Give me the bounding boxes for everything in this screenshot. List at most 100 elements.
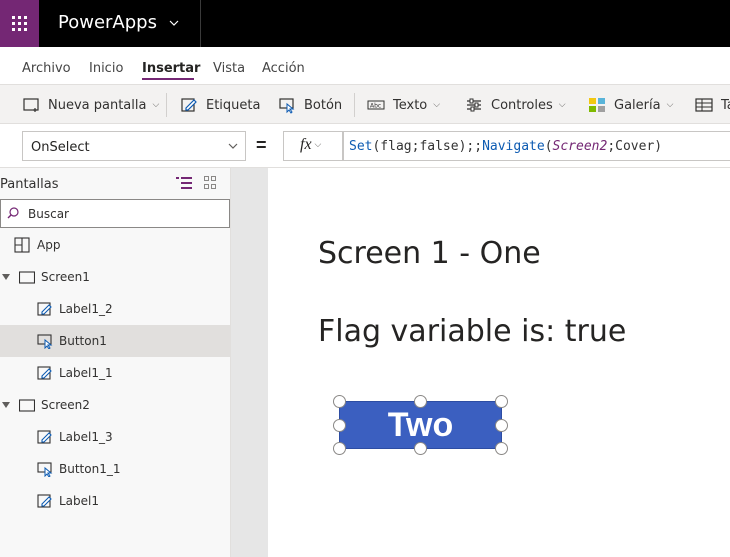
button-button-text: Botón xyxy=(304,97,343,113)
resize-handle-left[interactable] xyxy=(333,419,346,432)
chevron-down-icon xyxy=(228,143,238,149)
tree-item-label: Screen1 xyxy=(41,270,90,284)
tree-search-input[interactable]: Buscar xyxy=(0,199,230,228)
text-input-icon: Abc xyxy=(367,100,385,110)
tab-insertar[interactable]: Insertar xyxy=(142,61,200,76)
button-icon xyxy=(37,334,53,349)
tree-item-label: Label1_1 xyxy=(59,366,113,380)
property-value: OnSelect xyxy=(31,140,90,155)
search-placeholder: Buscar xyxy=(28,207,69,221)
app-name: PowerApps xyxy=(58,12,157,33)
tree-item-label: Button1_1 xyxy=(59,462,121,476)
tree-item-label1[interactable]: Label1 xyxy=(0,485,230,517)
table-icon xyxy=(695,98,713,112)
formula-navigate-args: ;Cover) xyxy=(607,139,663,154)
tab-inicio[interactable]: Inicio xyxy=(89,61,123,76)
resize-handle-top-right[interactable] xyxy=(495,395,508,408)
tree-item-button1[interactable]: Button1 xyxy=(0,325,230,357)
label-icon xyxy=(181,98,197,112)
insert-controls-button[interactable]: Controles ⌵ xyxy=(465,95,566,115)
expand-caret-icon[interactable] xyxy=(2,402,10,408)
tree-item-label: Label1_2 xyxy=(59,302,113,316)
screens-tree-panel: Pantallas Buscar App Screen1 Label1_2 Bu… xyxy=(0,168,231,557)
gallery-button-text: Galería xyxy=(614,97,661,113)
formula-input[interactable]: Set(flag;false);;Navigate(Screen2;Cover) xyxy=(343,131,730,161)
screen-title-label[interactable]: Screen 1 - One xyxy=(318,236,541,271)
insert-text-button[interactable]: Abc Texto ⌵ xyxy=(367,95,440,115)
tab-accion[interactable]: Acción xyxy=(262,61,305,76)
resize-handle-top-left[interactable] xyxy=(333,395,346,408)
resize-handle-right[interactable] xyxy=(495,419,508,432)
resize-handle-bottom-left[interactable] xyxy=(333,442,346,455)
new-screen-button[interactable]: Nueva pantalla ⌵ xyxy=(22,95,159,115)
insert-button-button[interactable]: Botón xyxy=(278,95,342,115)
fx-icon: fx xyxy=(300,136,312,153)
thumbnail-view-icon[interactable] xyxy=(204,176,217,189)
chevron-down-icon: ⌵ xyxy=(558,100,566,110)
app-name-dropdown[interactable]: PowerApps xyxy=(58,12,179,33)
button-icon xyxy=(279,98,295,114)
controls-button-text: Controles xyxy=(491,97,553,113)
screen-icon xyxy=(19,399,35,412)
app-launcher-button[interactable] xyxy=(0,0,39,47)
label-icon xyxy=(37,430,52,444)
formula-screen-reference: Screen2 xyxy=(552,139,608,154)
property-selector[interactable]: OnSelect xyxy=(22,131,246,161)
resize-handle-bottom-right[interactable] xyxy=(495,442,508,455)
tree-item-label: App xyxy=(37,238,61,252)
divider xyxy=(354,93,355,117)
insert-label-button[interactable]: Etiqueta xyxy=(180,95,260,115)
app-icon xyxy=(14,237,30,253)
resize-handle-top[interactable] xyxy=(414,395,427,408)
tree-item-label: Label1_3 xyxy=(59,430,113,444)
tree-item-label: Label1 xyxy=(59,494,100,508)
function-button[interactable]: fx ⌵ xyxy=(283,131,343,161)
chevron-down-icon: ⌵ xyxy=(314,140,322,151)
formula-navigate-function: Navigate xyxy=(482,139,545,154)
button-icon xyxy=(37,462,53,477)
tree-item-screen2[interactable]: Screen2 xyxy=(0,389,230,421)
screen-canvas[interactable] xyxy=(268,168,730,557)
tree-item-label1-3[interactable]: Label1_3 xyxy=(0,421,230,453)
label-button-text: Etiqueta xyxy=(206,97,261,113)
tree-item-label1-1[interactable]: Label1_1 xyxy=(0,357,230,389)
tree-item-label1-2[interactable]: Label1_2 xyxy=(0,293,230,325)
tree-item-button1-1[interactable]: Button1_1 xyxy=(0,453,230,485)
divider xyxy=(166,93,167,117)
tree-item-label: Button1 xyxy=(59,334,107,348)
new-screen-label: Nueva pantalla xyxy=(48,97,147,113)
screen-icon xyxy=(19,271,35,284)
chevron-down-icon: ⌵ xyxy=(433,100,441,110)
active-tab-indicator xyxy=(142,78,194,80)
controls-icon xyxy=(467,98,481,112)
new-screen-icon xyxy=(23,98,39,112)
tree-item-screen1[interactable]: Screen1 xyxy=(0,261,230,293)
insert-gallery-button[interactable]: Galería ⌵ xyxy=(588,95,673,115)
label-icon xyxy=(37,494,52,508)
tree-item-label: Screen2 xyxy=(41,398,90,412)
tree-item-app[interactable]: App xyxy=(0,229,230,261)
resize-handle-bottom[interactable] xyxy=(414,442,427,455)
flag-status-label[interactable]: Flag variable is: true xyxy=(318,314,626,349)
label-icon xyxy=(37,302,52,316)
list-view-icon[interactable] xyxy=(176,176,192,190)
ribbon-toolbar: Nueva pantalla ⌵ Etiqueta Botón Abc Text… xyxy=(0,84,730,124)
svg-text:Abc: Abc xyxy=(370,103,381,110)
top-bar: PowerApps xyxy=(0,0,730,47)
chevron-down-icon xyxy=(169,20,179,26)
divider xyxy=(200,0,201,47)
label-icon xyxy=(37,366,52,380)
formula-bar: OnSelect = fx ⌵ Set(flag;false);;Navigate… xyxy=(0,124,730,168)
table-button-text: Ta xyxy=(721,97,730,113)
tree-panel-title: Pantallas xyxy=(0,177,59,192)
chevron-down-icon: ⌵ xyxy=(152,100,160,110)
tab-archivo[interactable]: Archivo xyxy=(22,61,71,76)
formula-set-args: (flag;false);; xyxy=(372,139,483,154)
expand-caret-icon[interactable] xyxy=(2,274,10,280)
chevron-down-icon: ⌵ xyxy=(666,100,674,110)
formula-paren: ( xyxy=(544,139,553,154)
insert-table-button[interactable]: Ta xyxy=(695,95,730,115)
waffle-icon xyxy=(12,16,27,31)
search-icon xyxy=(7,207,19,219)
tab-vista[interactable]: Vista xyxy=(213,61,245,76)
